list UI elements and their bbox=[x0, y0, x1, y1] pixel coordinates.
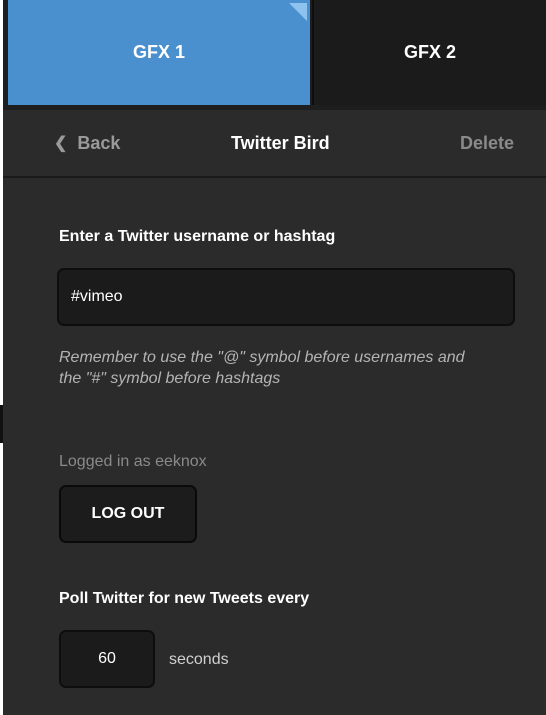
username-input[interactable] bbox=[57, 268, 515, 326]
graphics-panel: GFX 1 GFX 2 ❮ Back Twitter Bird Delete E… bbox=[3, 0, 546, 715]
page-title: Twitter Bird bbox=[231, 132, 330, 153]
poll-unit-label: seconds bbox=[169, 651, 229, 668]
poll-label: Poll Twitter for new Tweets every bbox=[59, 590, 310, 607]
username-label: Enter a Twitter username or hashtag bbox=[59, 228, 336, 245]
logged-in-status: Logged in as eeknox bbox=[59, 453, 207, 470]
tab-gfx-2-label: GFX 2 bbox=[403, 42, 456, 62]
logout-button[interactable]: LOG OUT bbox=[59, 485, 197, 543]
chevron-left-icon: ❮ bbox=[54, 135, 68, 152]
app-frame: GFX 1 GFX 2 ❮ Back Twitter Bird Delete E… bbox=[0, 0, 546, 715]
tab-gfx-2[interactable]: GFX 2 bbox=[312, 0, 546, 105]
back-label: Back bbox=[77, 132, 121, 153]
corner-indicator-icon bbox=[289, 3, 307, 21]
tab-bar: GFX 1 GFX 2 bbox=[3, 0, 546, 110]
tab-gfx-1[interactable]: GFX 1 bbox=[8, 0, 310, 105]
delete-button[interactable]: Delete bbox=[460, 110, 514, 176]
tab-gfx-1-label: GFX 1 bbox=[132, 42, 185, 62]
back-button[interactable]: ❮ Back bbox=[54, 110, 120, 176]
username-hint: Remember to use the "@" symbol before us… bbox=[59, 349, 465, 387]
panel-header: ❮ Back Twitter Bird Delete bbox=[3, 110, 546, 178]
poll-interval-input[interactable] bbox=[59, 630, 155, 688]
